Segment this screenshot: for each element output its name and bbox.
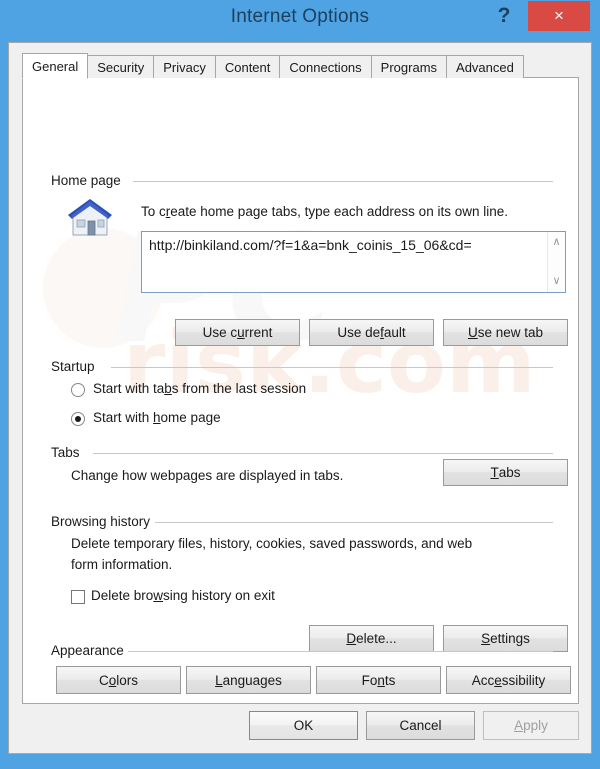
home-page-group-label: Home page: [51, 173, 121, 188]
startup-group-rule: [111, 367, 553, 368]
tabs-button[interactable]: Tabs: [443, 459, 568, 486]
delete-browsing-history-checkbox[interactable]: [71, 590, 85, 604]
tab-general[interactable]: General: [22, 53, 89, 79]
dialog-body: General Security Privacy Content Connect…: [8, 42, 592, 754]
startup-group-label: Startup: [51, 359, 95, 374]
fonts-button[interactable]: Fo n ts: [316, 666, 441, 694]
home-page-scrollbar[interactable]: ∧ ∨: [547, 232, 565, 292]
accessibility-button[interactable]: Acc e ssibility: [446, 666, 571, 694]
use-default-button[interactable]: Use de f ault: [309, 319, 434, 346]
radio-start-with-tabs[interactable]: [71, 383, 85, 397]
radio-start-with-home-page-label: Start with home page: [93, 410, 221, 425]
apply-button[interactable]: Apply: [483, 711, 579, 740]
tabs-description: Change how webpages are displayed in tab…: [71, 468, 344, 483]
languages-button[interactable]: Languages: [186, 666, 311, 694]
internet-options-window: Internet Options ? × General Security Pr…: [0, 0, 600, 769]
tab-advanced[interactable]: Advanced: [446, 55, 524, 78]
tab-connections[interactable]: Connections: [279, 55, 372, 78]
home-page-description: To create home page tabs, type each addr…: [141, 204, 508, 219]
radio-start-with-home-page[interactable]: [71, 412, 85, 426]
colors-button[interactable]: Co lors: [56, 666, 181, 694]
help-button[interactable]: ?: [490, 1, 518, 31]
browsing-history-description-line2: form information.: [71, 557, 173, 572]
title-bar: Internet Options ? ×: [0, 0, 600, 42]
home-page-url-input[interactable]: http://binkiland.com/?f=1&a=bnk_coinis_1…: [141, 231, 566, 293]
use-current-button[interactable]: Use c u rrent: [175, 319, 300, 346]
home-page-url-value: http://binkiland.com/?f=1&a=bnk_coinis_1…: [149, 237, 472, 253]
tab-security[interactable]: Security: [87, 55, 155, 78]
use-new-tab-button[interactable]: Use new tab: [443, 319, 568, 346]
appearance-group-rule: [128, 651, 553, 652]
delete-button[interactable]: Delete...: [309, 625, 434, 652]
browsing-history-description-line1: Delete temporary files, history, cookies…: [71, 536, 473, 551]
general-tab-panel: PC risk.com Home page To create home pag…: [22, 77, 579, 704]
tabs-group-label: Tabs: [51, 445, 80, 460]
tab-programs[interactable]: Programs: [370, 55, 448, 78]
appearance-group-label: Appearance: [51, 643, 124, 658]
browsing-history-group-label: Browsing history: [51, 514, 151, 529]
browsing-history-group-rule: [155, 522, 553, 523]
tabs-group-rule: [93, 453, 553, 454]
radio-start-with-tabs-label: Start with tabs from the last session: [93, 381, 307, 396]
chevron-up-icon[interactable]: ∧: [548, 234, 565, 251]
tab-content[interactable]: Content: [214, 55, 281, 78]
tab-strip: General Security Privacy Content Connect…: [22, 53, 524, 79]
dialog-footer: OK Cancel Apply: [9, 703, 591, 753]
house-icon: [68, 199, 112, 236]
close-button[interactable]: ×: [528, 1, 590, 31]
chevron-down-icon[interactable]: ∨: [548, 273, 565, 290]
tab-privacy[interactable]: Privacy: [153, 55, 216, 78]
ok-button[interactable]: OK: [249, 711, 358, 740]
settings-button[interactable]: Settings: [443, 625, 568, 652]
delete-browsing-history-label: Delete browsing history on exit: [91, 588, 275, 603]
cancel-button[interactable]: Cancel: [366, 711, 475, 740]
home-page-group-rule: [133, 181, 553, 182]
